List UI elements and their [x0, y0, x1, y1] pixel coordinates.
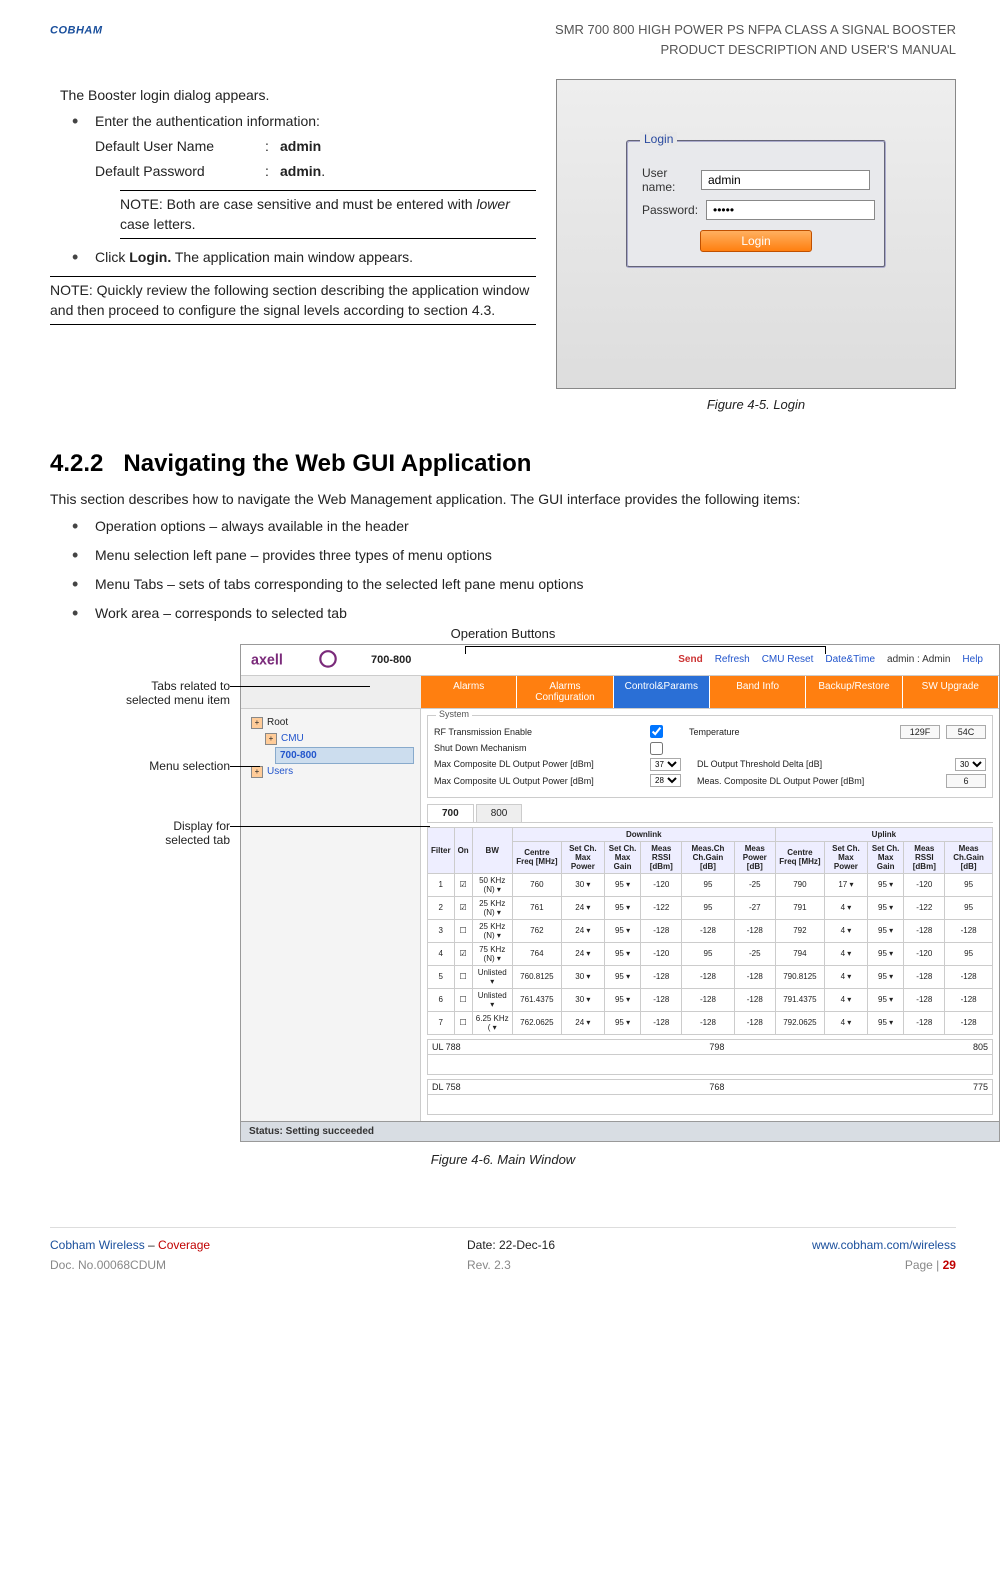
dl-thresh-select[interactable]: 30 [955, 758, 986, 771]
default-user-label: Default User Name [95, 136, 265, 157]
status-bar: Status: Setting succeeded [241, 1121, 999, 1141]
tree-root[interactable]: +Root [247, 715, 414, 731]
channel-table: Filter On BW Downlink Uplink Centre Freq… [427, 827, 993, 1035]
table-row: 2☑25 KHz (N) ▾76124 ▾95 ▾-12295-277914 ▾… [428, 896, 993, 919]
figure-4-5-caption: Figure 4-5. Login [556, 397, 956, 412]
bullet-enter-auth: Enter the authentication information: De… [70, 111, 536, 239]
help-link[interactable]: Help [962, 654, 983, 665]
max-ul-label: Max Composite UL Output Power [dBm] [434, 776, 644, 786]
annotation-tabs-related: Tabs related toselected menu item [50, 679, 230, 707]
password-label: Password: [642, 203, 698, 217]
temp-f-value: 129F [900, 725, 940, 739]
table-row: 5☐Unlisted ▾760.812530 ▾95 ▾-128-128-128… [428, 965, 993, 988]
username-input[interactable] [701, 170, 870, 190]
section-list-item: Work area – corresponds to selected tab [70, 603, 956, 624]
temp-c-value: 54C [946, 725, 986, 739]
ul-summary-row: UL 788798805 [427, 1039, 993, 1055]
tree-cmu[interactable]: +CMU [261, 731, 414, 747]
table-row: 4☑75 KHz (N) ▾76424 ▾95 ▾-12095-257944 ▾… [428, 942, 993, 965]
login-button[interactable]: Login [700, 230, 811, 252]
dl-thresh-label: DL Output Threshold Delta [dB] [697, 759, 822, 769]
rf-enable-checkbox[interactable] [650, 725, 663, 738]
op-button[interactable]: Date&Time [825, 654, 875, 665]
meas-dl-label: Meas. Composite DL Output Power [dBm] [697, 776, 864, 786]
annotation-menu-selection: Menu selection [50, 759, 230, 773]
password-input[interactable] [706, 200, 875, 220]
system-panel: System RF Transmission Enable Temperatur… [427, 715, 993, 798]
login-dialog-screenshot: Login User name: Password: Login [556, 79, 956, 389]
svg-text:axell: axell [251, 652, 283, 668]
page-footer: Cobham Wireless – Coverage Doc. No.00068… [50, 1227, 956, 1282]
sub-tabs: 700800 [427, 804, 993, 823]
username-label: User name: [642, 166, 693, 194]
section-heading: 4.2.2 Navigating the Web GUI Application [50, 450, 956, 478]
menu-tabs: AlarmsAlarms ConfigurationControl&Params… [241, 676, 999, 709]
table-row: 7☐6.25 KHz ( ▾762.062524 ▾95 ▾-128-128-1… [428, 1011, 993, 1034]
login-intro: The Booster login dialog appears. [60, 87, 536, 103]
sub-tab[interactable]: 800 [476, 804, 523, 822]
login-legend: Login [640, 132, 677, 146]
tree-band-selected[interactable]: 700-800 [275, 747, 414, 764]
max-dl-select[interactable]: 37 [650, 758, 681, 771]
default-pass-value: admin [280, 163, 321, 179]
axell-logo: axell [251, 649, 361, 671]
rf-enable-label: RF Transmission Enable [434, 727, 644, 737]
bullet-click-login: Click Login. The application main window… [70, 247, 536, 268]
section-list-item: Operation options – always available in … [70, 516, 956, 537]
menu-tab[interactable]: Band Info [710, 676, 806, 708]
op-button[interactable]: CMU Reset [762, 654, 814, 665]
dl-summary-row: DL 758768775 [427, 1079, 993, 1095]
section-list-item: Menu selection left pane – provides thre… [70, 545, 956, 566]
table-row: 6☐Unlisted ▾761.437530 ▾95 ▾-128-128-128… [428, 988, 993, 1011]
table-row: 1☑50 KHz (N) ▾76030 ▾95 ▾-12095-2579017 … [428, 873, 993, 896]
menu-tab[interactable]: SW Upgrade [903, 676, 999, 708]
svg-text:COBHAM: COBHAM [50, 24, 103, 36]
max-ul-select[interactable]: 28 [650, 774, 681, 787]
sub-tab[interactable]: 700 [427, 804, 474, 822]
note-case-sensitive: NOTE: Both are case sensitive and must b… [120, 190, 536, 239]
default-pass-label: Default Password [95, 161, 265, 182]
annotation-display-for-tab: Display forselected tab [50, 819, 230, 847]
default-user-value: admin [280, 136, 321, 157]
user-info: admin : Admin [887, 654, 950, 665]
temperature-label: Temperature [689, 727, 740, 737]
tree-users[interactable]: +Users [247, 764, 414, 780]
meas-dl-value: 6 [946, 774, 986, 788]
figure-4-6-caption: Figure 4-6. Main Window [50, 1152, 956, 1167]
doc-title: SMR 700 800 HIGH POWER PS NFPA CLASS A S… [555, 20, 956, 59]
main-title: 700-800 [371, 654, 411, 666]
note-review-section: NOTE: Quickly review the following secti… [50, 276, 536, 325]
section-list-item: Menu Tabs – sets of tabs corresponding t… [70, 574, 956, 595]
footer-url[interactable]: www.cobham.com/wireless [812, 1238, 956, 1252]
table-row: 3☐25 KHz (N) ▾76224 ▾95 ▾-128-128-128792… [428, 919, 993, 942]
work-area: System RF Transmission Enable Temperatur… [421, 709, 999, 1121]
menu-tab[interactable]: Backup/Restore [806, 676, 902, 708]
shutdown-checkbox[interactable] [650, 742, 663, 755]
shutdown-label: Shut Down Mechanism [434, 743, 644, 753]
section-body: This section describes how to navigate t… [50, 490, 956, 510]
op-button[interactable]: Refresh [715, 654, 750, 665]
op-button[interactable]: Send [678, 654, 702, 665]
max-dl-label: Max Composite DL Output Power [dBm] [434, 759, 644, 769]
menu-tab[interactable]: Alarms [421, 676, 517, 708]
brand-logo: COBHAM [50, 20, 200, 44]
menu-tab[interactable]: Control&Params [614, 676, 710, 708]
menu-tab[interactable]: Alarms Configuration [517, 676, 613, 708]
main-window-screenshot: axell 700-800 Send Refresh CMU Reset Date&T… [240, 644, 1000, 1142]
operation-buttons-row: Send Refresh CMU Reset Date&Time admin : Adm… [672, 654, 989, 665]
menu-selection-pane: +Root +CMU 700-800 +Users [241, 709, 421, 1121]
annotation-operation-buttons: Operation Buttons [451, 626, 556, 641]
